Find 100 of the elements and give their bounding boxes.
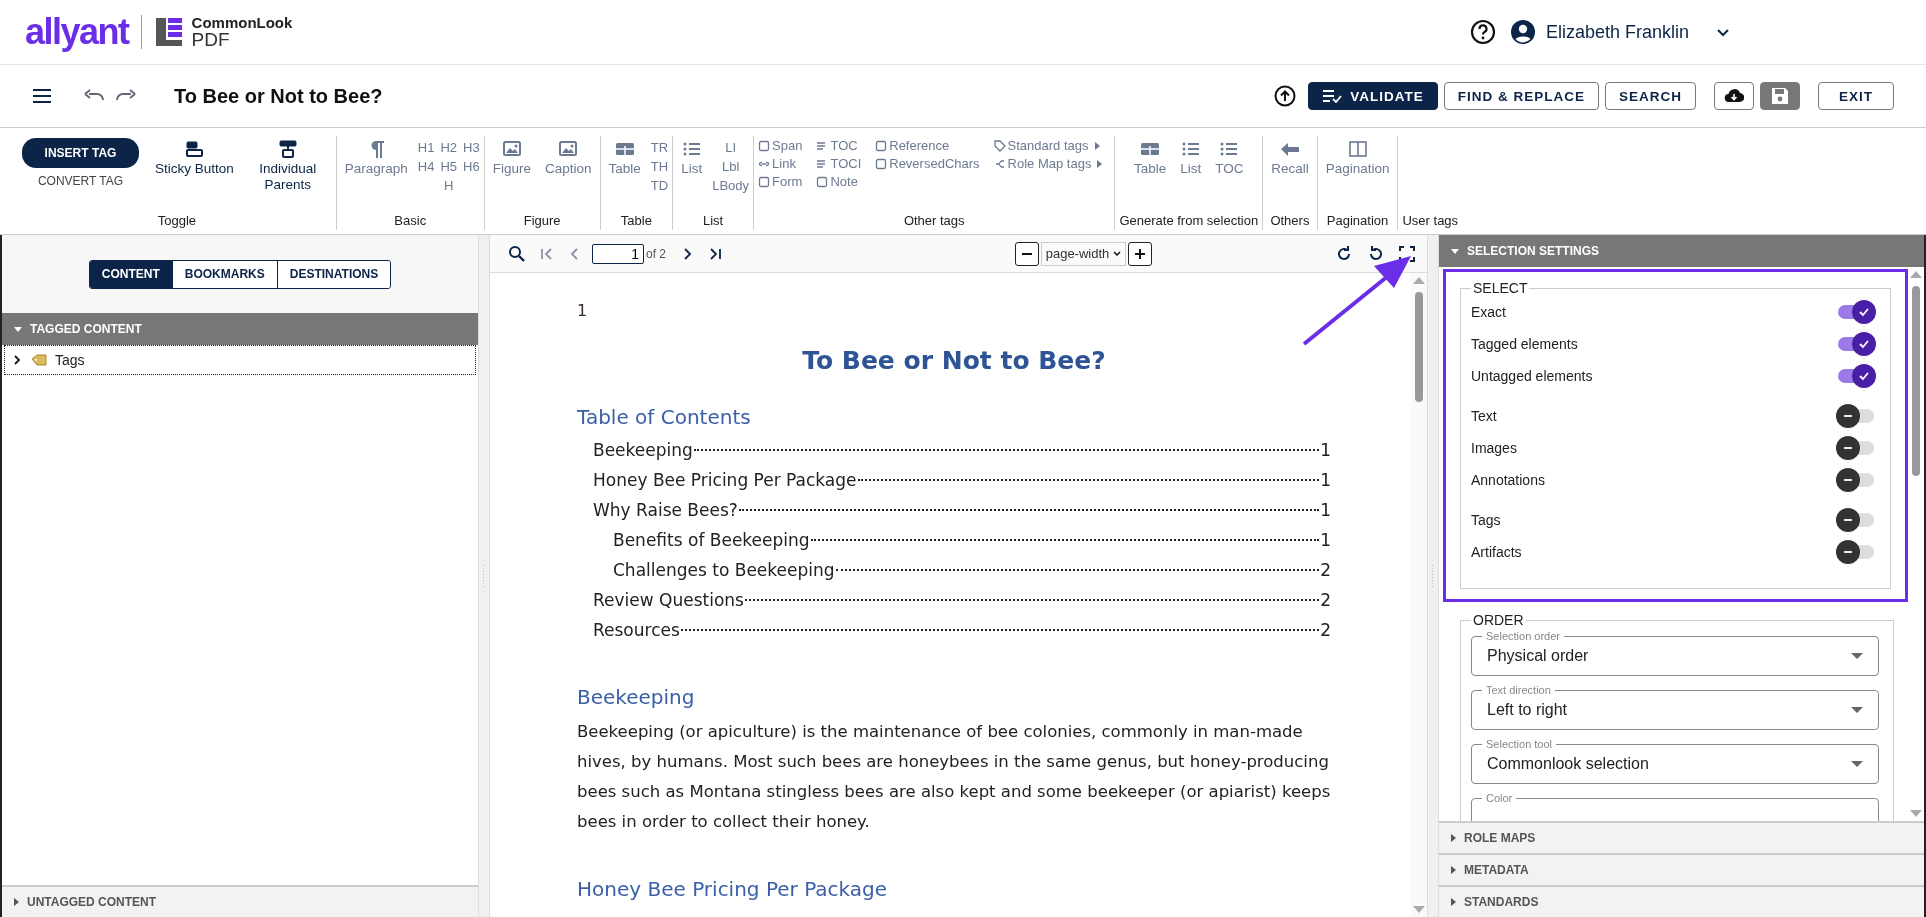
redo-icon[interactable] (114, 89, 136, 103)
tag-button[interactable]: Reference (875, 138, 980, 153)
zoom-select[interactable]: page-width (1040, 241, 1127, 266)
panel-tab[interactable]: DESTINATIONS (276, 260, 391, 288)
toggle-switch[interactable] (1836, 508, 1876, 532)
tag-button[interactable]: Lbl (721, 159, 740, 174)
user-name[interactable]: Elizabeth Franklin (1545, 21, 1689, 43)
product-subtitle: PDF (191, 30, 231, 49)
tagged-content-header[interactable]: TAGGED CONTENT (2, 313, 478, 345)
heading-tag-button[interactable]: H5 (440, 159, 458, 174)
arrow-left-icon (1279, 140, 1300, 158)
tag-button[interactable]: LBody (712, 178, 750, 193)
tag-button[interactable]: Role Map tags (993, 156, 1103, 171)
toolbar-group-label: Generate from selection (1119, 213, 1259, 230)
search-button[interactable]: SEARCH (1604, 82, 1696, 110)
option-label: Images (1471, 440, 1517, 456)
find-replace-button[interactable]: FIND & REPLACE (1443, 82, 1599, 110)
upload-icon[interactable] (1274, 85, 1297, 107)
collapsed-panel-header[interactable]: ROLE MAPS (1439, 821, 1924, 853)
collapsed-panel-header[interactable]: STANDARDS (1439, 885, 1924, 917)
toggle-switch[interactable] (1836, 300, 1876, 324)
tag-button[interactable]: TD (650, 178, 669, 193)
toolbar-group-label: User tags (1402, 213, 1459, 230)
page-number-field[interactable]: 1 (592, 243, 644, 264)
table-icon (1140, 140, 1161, 158)
panel-tab[interactable]: BOOKMARKS (171, 260, 277, 288)
chevron-down-icon (1113, 250, 1122, 257)
tag-button[interactable]: Span (758, 138, 803, 153)
tag-button[interactable]: TOC (816, 138, 862, 153)
product-logo-icon (153, 16, 184, 48)
tree-item[interactable]: Tags (4, 345, 476, 375)
convert-tag-button[interactable]: CONVERT TAG (33, 172, 128, 190)
toggle-switch[interactable] (1836, 468, 1876, 492)
tag-icon (993, 139, 1006, 152)
rotate-clockwise-icon[interactable] (1335, 244, 1353, 263)
untagged-content-header[interactable]: UNTAGGED CONTENT (2, 885, 478, 917)
tag-button[interactable]: TH (650, 159, 669, 174)
toc-entry[interactable]: Challenges to Beekeeping 2 (577, 555, 1331, 585)
toggle-switch[interactable] (1836, 404, 1876, 428)
tag-icon (31, 354, 47, 366)
document-heading: To Bee or Not to Bee? (801, 346, 1107, 375)
heading-tag-button[interactable]: H1 (417, 140, 435, 155)
rotate-counterclockwise-icon[interactable] (1367, 244, 1385, 263)
toolbar-group-label: Pagination (1326, 213, 1389, 230)
heading-tag-button[interactable]: H3 (463, 140, 480, 155)
menu-icon[interactable] (32, 88, 52, 104)
search-icon[interactable] (508, 244, 526, 263)
tag-button[interactable]: ReversedChars (875, 156, 980, 171)
caret-icon (1451, 248, 1459, 254)
option-label: Tagged elements (1471, 336, 1578, 352)
fullscreen-icon[interactable] (1399, 245, 1415, 262)
panel-tab[interactable]: CONTENT (89, 260, 172, 288)
tag-button[interactable]: TOCI (816, 156, 862, 171)
collapsed-panel-header[interactable]: METADATA (1439, 853, 1924, 885)
columns-icon (1347, 140, 1368, 158)
help-icon[interactable] (1469, 19, 1496, 45)
exit-button[interactable]: EXIT (1818, 82, 1894, 110)
toolbar-group-label: List (703, 213, 724, 230)
selection-settings-header[interactable]: SELECTION SETTINGS (1439, 235, 1924, 267)
section-heading: Beekeeping (577, 685, 696, 709)
toc-entry[interactable]: Honey Bee Pricing Per Package 1 (577, 465, 1331, 495)
insert-tag-button[interactable]: INSERT TAG (22, 138, 139, 168)
toggle-switch[interactable] (1836, 364, 1876, 388)
toc-entry[interactable]: Benefits of Beekeeping 1 (577, 525, 1331, 555)
scrollbar-thumb[interactable] (1415, 292, 1423, 402)
validate-button[interactable]: VALIDATE (1308, 82, 1438, 110)
toggle-switch[interactable] (1836, 332, 1876, 356)
heading-tag-button[interactable]: H (444, 178, 454, 193)
option-label: Tags (1471, 512, 1501, 528)
toc-entry[interactable]: Why Raise Bees? 1 (577, 495, 1331, 525)
heading-tag-button[interactable]: H2 (440, 140, 458, 155)
zoom-in-button[interactable] (1128, 241, 1153, 266)
last-page-icon[interactable] (708, 246, 722, 261)
tag-button[interactable]: Link (758, 156, 803, 171)
toolbar-button[interactable]: Sticky Button (151, 136, 238, 181)
toc-entry[interactable]: Resources 2 (577, 615, 1331, 645)
dropdown-arrow-icon (1851, 706, 1863, 714)
square-icon (816, 175, 829, 188)
cloud-download-button[interactable] (1714, 82, 1754, 110)
zoom-out-button[interactable] (1014, 241, 1039, 266)
tag-button[interactable]: Standard tags (993, 138, 1103, 153)
toggle-switch[interactable] (1836, 436, 1876, 460)
toc-entry[interactable]: Review Questions 2 (577, 585, 1331, 615)
tag-button[interactable]: Form (758, 174, 803, 189)
toc-entry[interactable]: Beekeeping 1 (577, 435, 1331, 465)
tag-button[interactable]: LI (725, 140, 737, 155)
chevron-right-icon (11, 354, 23, 366)
tag-button[interactable]: Note (816, 174, 862, 189)
scrollbar-thumb[interactable] (1912, 286, 1920, 476)
save-button[interactable] (1760, 82, 1800, 110)
heading-tag-button[interactable]: H4 (417, 159, 435, 174)
toolbar-button[interactable]: Individual Parents (243, 136, 332, 197)
toggle-switch[interactable] (1836, 540, 1876, 564)
caret-icon (14, 898, 19, 906)
section-heading: Honey Bee Pricing Per Package (577, 877, 889, 901)
first-page-icon[interactable] (540, 246, 554, 261)
heading-tag-button[interactable]: H6 (463, 159, 480, 174)
undo-icon[interactable] (84, 89, 106, 103)
tag-button[interactable]: TR (650, 140, 669, 155)
checklist-icon (1322, 89, 1343, 103)
